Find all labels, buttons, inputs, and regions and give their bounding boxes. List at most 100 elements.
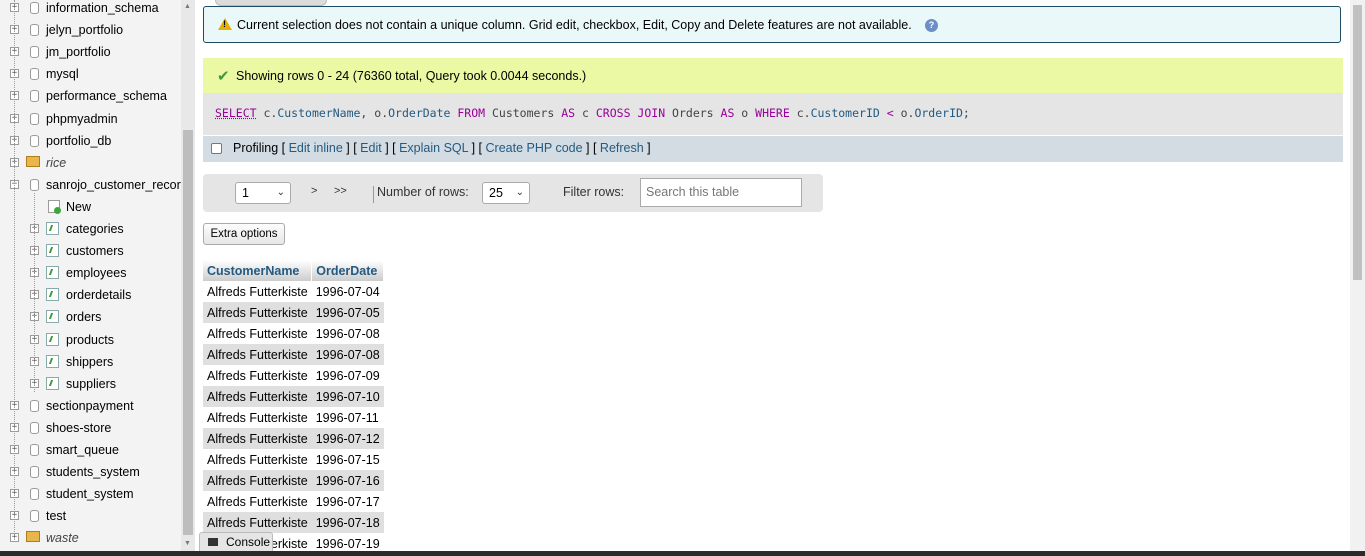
sql-select-keyword[interactable]: SELECT xyxy=(215,106,257,120)
table-node[interactable]: + suppliers xyxy=(0,374,181,394)
database-icon xyxy=(30,488,39,501)
edit-inline-link[interactable]: Edit inline xyxy=(289,141,343,155)
results-header-row: CustomerName OrderDate xyxy=(203,260,385,281)
table-name[interactable]: categories xyxy=(66,219,124,239)
table-name[interactable]: products xyxy=(66,330,114,350)
table-row[interactable]: Alfreds Futterkiste 1996-07-11 xyxy=(203,407,384,428)
table-name[interactable]: employees xyxy=(66,263,126,283)
database-name[interactable]: test xyxy=(46,506,66,526)
table-name[interactable]: shippers xyxy=(66,352,113,372)
table-row[interactable]: Alfreds Futterkiste 1996-07-08 xyxy=(203,344,384,365)
column-header-orderdate[interactable]: OrderDate xyxy=(311,260,385,281)
database-name[interactable]: jm_portfolio xyxy=(46,42,111,62)
database-name[interactable]: information_schema xyxy=(46,0,159,18)
database-name[interactable]: sanrojo_customer_recor xyxy=(46,175,181,195)
table-icon xyxy=(46,310,59,324)
database-node[interactable]: + performance_schema xyxy=(0,86,181,106)
table-name[interactable]: customers xyxy=(66,241,124,261)
database-node[interactable]: + waste xyxy=(0,528,181,548)
profiling-checkbox[interactable] xyxy=(211,143,222,154)
refresh-link[interactable]: Refresh xyxy=(600,141,644,155)
filter-rows-input[interactable]: Search this table xyxy=(640,178,802,207)
table-row[interactable]: Alfreds Futterkiste 1996-07-10 xyxy=(203,386,384,407)
bracket-text: ] [ xyxy=(342,141,361,155)
console-tab[interactable]: Console xyxy=(199,532,273,552)
table-node[interactable]: + categories xyxy=(0,219,181,239)
table-row[interactable]: Alfreds Futterkiste 1996-07-12 xyxy=(203,428,384,449)
page-select[interactable]: 1 ⌄ xyxy=(235,182,291,204)
rows-count-select[interactable]: 25 ⌄ xyxy=(482,182,530,204)
orderdate-cell: 1996-07-04 xyxy=(311,281,384,302)
query-options-row: Profiling [ Edit inline ] [ Edit ] [ Exp… xyxy=(233,141,651,155)
scroll-up-arrow-icon[interactable]: ▲ xyxy=(184,3,191,10)
database-name[interactable]: mysql xyxy=(46,64,79,84)
customername-cell: Alfreds Futterkiste xyxy=(203,365,312,386)
table-row[interactable]: Alfreds Futterkiste 1996-07-15 xyxy=(203,449,384,470)
database-name[interactable]: smart_queue xyxy=(46,440,119,460)
database-node[interactable]: + jelyn_portfolio xyxy=(0,20,181,40)
database-name[interactable]: jelyn_portfolio xyxy=(46,20,123,40)
table-name[interactable]: New xyxy=(66,197,91,217)
database-node[interactable]: + information_schema xyxy=(0,0,181,18)
database-node[interactable]: − sanrojo_customer_recor xyxy=(0,175,181,195)
explain-sql-link[interactable]: Explain SQL xyxy=(399,141,468,155)
orderdate-cell: 1996-07-17 xyxy=(311,491,384,512)
table-node[interactable]: + orders xyxy=(0,307,181,327)
table-node[interactable]: + orderdetails xyxy=(0,285,181,305)
database-name[interactable]: sectionpayment xyxy=(46,396,134,416)
next-page-button[interactable]: > xyxy=(311,185,317,197)
last-page-button[interactable]: >> xyxy=(334,185,347,197)
bracket-text: ] [ xyxy=(381,141,400,155)
database-icon xyxy=(30,90,39,103)
database-name[interactable]: shoes-store xyxy=(46,418,111,438)
database-name[interactable]: student_system xyxy=(46,484,134,504)
sql-query-box[interactable]: SELECT c.CustomerName, o.OrderDate FROM … xyxy=(203,93,1343,135)
table-row[interactable]: Alfreds Futterkiste 1996-07-18 xyxy=(203,512,384,533)
table-node[interactable]: + customers xyxy=(0,241,181,261)
page-scrollbar-thumb[interactable] xyxy=(1353,5,1362,280)
database-node[interactable]: + phpmyadmin xyxy=(0,109,181,129)
sql-text: o xyxy=(734,106,749,120)
database-node[interactable]: + rice xyxy=(0,153,181,173)
database-name[interactable]: waste xyxy=(46,528,79,548)
create-php-code-link[interactable]: Create PHP code xyxy=(486,141,583,155)
database-name[interactable]: students_system xyxy=(46,462,140,482)
table-row[interactable]: Alfreds Futterkiste 1996-07-09 xyxy=(203,365,384,386)
table-node[interactable]: + shippers xyxy=(0,352,181,372)
table-row[interactable]: Alfreds Futterkiste 1996-07-05 xyxy=(203,302,384,323)
table-row[interactable]: Alfreds Futterkiste 1996-07-04 xyxy=(203,281,384,302)
table-name[interactable]: orders xyxy=(66,307,101,327)
sidebar-scrollbar-thumb[interactable] xyxy=(183,130,193,535)
table-node[interactable]: + employees xyxy=(0,263,181,283)
table-row[interactable]: Alfreds Futterkiste 1996-07-17 xyxy=(203,491,384,512)
database-node[interactable]: + mysql xyxy=(0,64,181,84)
table-icon xyxy=(46,354,59,368)
database-name[interactable]: portfolio_db xyxy=(46,131,111,151)
database-name[interactable]: rice xyxy=(46,153,66,173)
orderdate-cell: 1996-07-08 xyxy=(311,344,384,365)
table-row[interactable]: Alfreds Futterkiste 1996-07-08 xyxy=(203,323,384,344)
database-node[interactable]: + shoes-store xyxy=(0,418,181,438)
database-name[interactable]: phpmyadmin xyxy=(46,109,118,129)
database-node[interactable]: + students_system xyxy=(0,462,181,482)
extra-options-button[interactable]: Extra options xyxy=(203,223,285,245)
edit-link[interactable]: Edit xyxy=(360,141,382,155)
database-node[interactable]: + test xyxy=(0,506,181,526)
column-header-customername[interactable]: CustomerName xyxy=(203,260,313,281)
table-name[interactable]: orderdetails xyxy=(66,285,131,305)
database-node[interactable]: + portfolio_db xyxy=(0,131,181,151)
help-icon[interactable]: ? xyxy=(925,19,938,32)
scroll-down-arrow-icon[interactable]: ▼ xyxy=(184,540,191,547)
database-name[interactable]: performance_schema xyxy=(46,86,167,106)
chevron-down-icon: ⌄ xyxy=(276,187,285,198)
bracket-text: ] [ xyxy=(468,141,486,155)
table-row[interactable]: Alfreds Futterkiste 1996-07-16 xyxy=(203,470,384,491)
database-node[interactable]: + sectionpayment xyxy=(0,396,181,416)
table-name[interactable]: suppliers xyxy=(66,374,116,394)
database-node[interactable]: + smart_queue xyxy=(0,440,181,460)
new-table-node[interactable]: New xyxy=(0,197,181,217)
database-node[interactable]: + jm_portfolio xyxy=(0,42,181,62)
table-node[interactable]: + products xyxy=(0,330,181,350)
database-node[interactable]: + student_system xyxy=(0,484,181,504)
sql-text: c xyxy=(575,106,589,120)
